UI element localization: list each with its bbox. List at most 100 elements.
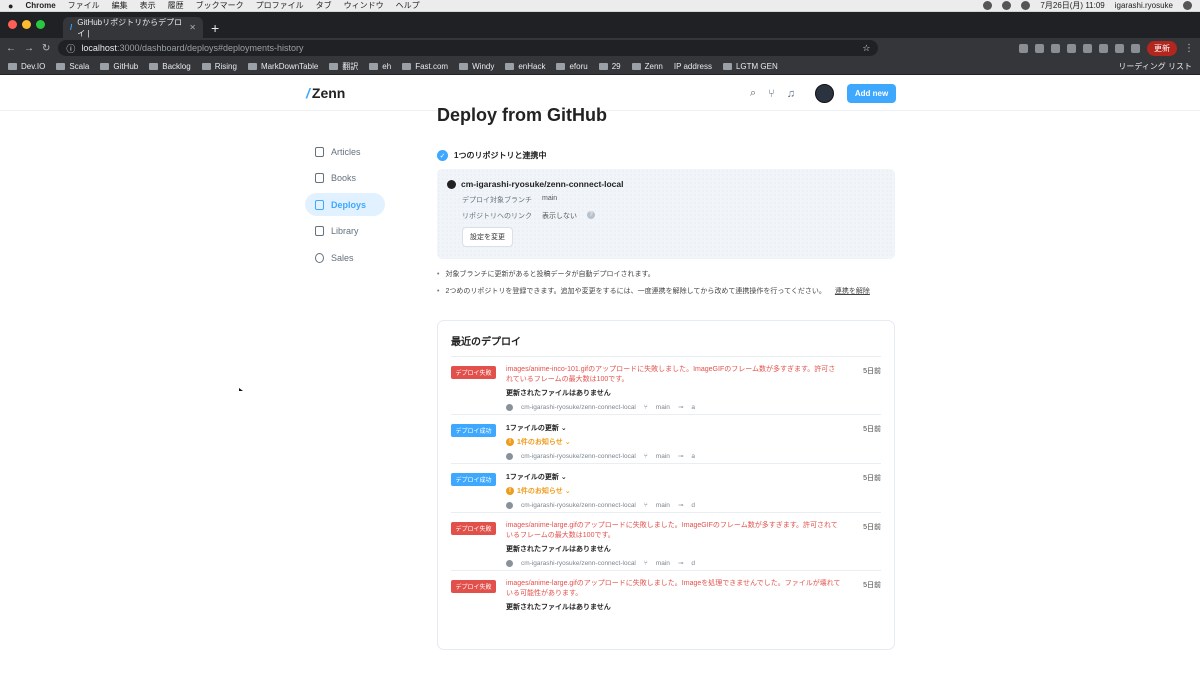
- branch-icon: ⑂: [643, 559, 648, 567]
- browser-tab[interactable]: / GitHubリポジトリからデプロイ | ✕: [63, 17, 203, 38]
- bookmark-item[interactable]: 翻訳: [329, 61, 358, 72]
- bookmark-item[interactable]: Fast.com: [402, 62, 448, 71]
- zenn-logo-icon: /: [306, 85, 310, 101]
- deploy-time: 5日前: [863, 475, 881, 482]
- commit-icon: ⊸: [677, 560, 684, 567]
- search-icon[interactable]: ⌕: [750, 87, 756, 100]
- sidebar-item-articles[interactable]: Articles: [305, 140, 385, 163]
- status-icon[interactable]: [983, 1, 993, 10]
- update-button[interactable]: 更新: [1147, 40, 1177, 56]
- bookmark-item[interactable]: GitHub: [100, 62, 138, 71]
- info-icon[interactable]: ⓘ: [66, 42, 75, 55]
- extension-icon[interactable]: [1067, 43, 1076, 53]
- extension-icon[interactable]: [1019, 43, 1028, 53]
- menu-edit[interactable]: 編集: [112, 0, 128, 11]
- branch-icon: ⑂: [643, 452, 648, 460]
- folder-icon: [56, 62, 66, 70]
- notice-toggle[interactable]: ! 1件のお知らせ ⌄: [506, 486, 841, 496]
- bookmark-item[interactable]: Zenn: [631, 62, 663, 71]
- bookmark-item[interactable]: Backlog: [149, 62, 191, 71]
- zenn-logo[interactable]: / Zenn: [306, 85, 345, 101]
- menu-profile[interactable]: プロファイル: [256, 0, 304, 11]
- menu-user[interactable]: igarashi.ryosuke: [1115, 1, 1173, 10]
- menu-help[interactable]: ヘルプ: [396, 0, 420, 11]
- bookmark-item[interactable]: eh: [369, 62, 391, 71]
- menu-tab[interactable]: タブ: [316, 0, 332, 11]
- sidebar-item-sales[interactable]: Sales: [305, 246, 385, 269]
- sidebar-item-books[interactable]: Books: [305, 167, 385, 190]
- help-icon[interactable]: ?: [587, 211, 595, 219]
- browser-toolbar: ← → ↻ ⓘ localhost:3000/dashboard/deploys…: [0, 38, 1200, 58]
- extension-icon[interactable]: [1083, 43, 1092, 53]
- extension-icon[interactable]: [1115, 43, 1124, 53]
- deploy-commit[interactable]: d: [691, 560, 695, 567]
- repo-link-value: 表示しない: [542, 213, 577, 220]
- new-tab-button[interactable]: +: [211, 17, 219, 38]
- deploy-commit[interactable]: a: [691, 404, 695, 411]
- deploy-repo[interactable]: cm-igarashi-ryosuke/zenn-connect-local: [521, 453, 636, 460]
- menu-file[interactable]: ファイル: [68, 0, 100, 11]
- menu-view[interactable]: 表示: [140, 0, 156, 11]
- menu-bookmarks[interactable]: ブックマーク: [196, 0, 244, 11]
- menu-datetime[interactable]: 7月26日(月) 11:09: [1040, 0, 1104, 11]
- deploy-item: デプロイ成功 1ファイルの更新 ⌄ ! 1件のお知らせ ⌄ cm-igarashi…: [451, 414, 881, 463]
- wifi-icon[interactable]: [1002, 1, 1012, 10]
- extension-icon[interactable]: [1035, 43, 1044, 53]
- bookmark-item[interactable]: eforu: [556, 62, 588, 71]
- bookmark-item[interactable]: Dev.IO: [8, 62, 45, 71]
- bookmark-item[interactable]: IP address: [674, 62, 712, 71]
- zenn-page: / Zenn ⌕ ⑂ ♫ Add new Articles Books Deplo…: [0, 75, 1200, 673]
- deploy-commit[interactable]: a: [691, 453, 695, 460]
- macos-menubar: ● Chrome ファイル 編集 表示 履歴 ブックマーク プロファイル タブ …: [0, 0, 1200, 12]
- folder-icon: [247, 62, 257, 70]
- forward-icon[interactable]: →: [24, 43, 34, 54]
- menu-history[interactable]: 履歴: [168, 0, 184, 11]
- bookmark-item[interactable]: MarkDownTable: [247, 62, 318, 71]
- close-tab-icon[interactable]: ✕: [189, 23, 196, 32]
- extension-icon[interactable]: [1051, 43, 1060, 53]
- menu-app-name[interactable]: Chrome: [25, 1, 55, 10]
- repository-name[interactable]: cm-igarashi-ryosuke/zenn-connect-local: [461, 179, 624, 189]
- zoom-window-button[interactable]: [36, 20, 45, 29]
- commit-icon: ⊸: [677, 453, 684, 460]
- bookmark-item[interactable]: 29: [598, 62, 621, 71]
- add-new-button[interactable]: Add new: [847, 84, 896, 103]
- minimize-window-button[interactable]: [22, 20, 31, 29]
- bookmark-star-icon[interactable]: ☆: [862, 43, 870, 54]
- error-message: images/anime-large.gifのアップロードに失敗しました。Ima…: [506, 580, 841, 597]
- back-icon[interactable]: ←: [6, 43, 16, 54]
- deploy-repo[interactable]: cm-igarashi-ryosuke/zenn-connect-local: [521, 560, 636, 567]
- sidebar-item-library[interactable]: Library: [305, 220, 385, 243]
- bookmark-item[interactable]: Scala: [56, 62, 89, 71]
- bookmark-item[interactable]: Windy: [459, 62, 494, 71]
- bookmark-item[interactable]: Rising: [201, 62, 237, 71]
- notice-toggle[interactable]: ! 1件のお知らせ ⌄: [506, 437, 841, 447]
- reload-icon[interactable]: ↻: [42, 43, 50, 54]
- header-icons: ⌕ ⑂ ♫: [750, 87, 795, 100]
- branch-label: デプロイ対象ブランチ: [462, 197, 532, 204]
- deploy-commit[interactable]: d: [691, 502, 695, 509]
- control-center-icon[interactable]: [1183, 1, 1192, 10]
- file-update-toggle[interactable]: 1ファイルの更新 ⌄: [506, 423, 841, 433]
- sidebar-item-deploys[interactable]: Deploys: [305, 193, 385, 216]
- puzzle-icon[interactable]: [1131, 43, 1140, 53]
- menu-window[interactable]: ウィンドウ: [344, 0, 384, 11]
- address-bar[interactable]: ⓘ localhost:3000/dashboard/deploys#deplo…: [58, 40, 879, 56]
- bell-icon[interactable]: ♫: [787, 88, 795, 100]
- battery-icon[interactable]: [1021, 1, 1031, 10]
- bookmark-item[interactable]: enHack: [505, 62, 545, 71]
- unlink-link[interactable]: 連携を解除: [835, 286, 870, 296]
- bookmark-item[interactable]: LGTM GEN: [722, 62, 778, 71]
- close-window-button[interactable]: [8, 20, 17, 29]
- kebab-menu-icon[interactable]: ⋮: [1184, 43, 1194, 54]
- reading-list-button[interactable]: リーディング リスト: [1114, 61, 1192, 72]
- deploy-repo[interactable]: cm-igarashi-ryosuke/zenn-connect-local: [521, 502, 636, 509]
- deploy-repo[interactable]: cm-igarashi-ryosuke/zenn-connect-local: [521, 404, 636, 411]
- extension-icon[interactable]: [1099, 43, 1108, 53]
- branch-icon[interactable]: ⑂: [768, 88, 775, 100]
- avatar[interactable]: [815, 84, 834, 103]
- link-status: ✓ 1つのリポジトリと連携中: [437, 150, 546, 161]
- apple-icon[interactable]: ●: [8, 1, 13, 11]
- file-update-toggle[interactable]: 1ファイルの更新 ⌄: [506, 472, 841, 482]
- change-settings-button[interactable]: 設定を変更: [462, 227, 513, 247]
